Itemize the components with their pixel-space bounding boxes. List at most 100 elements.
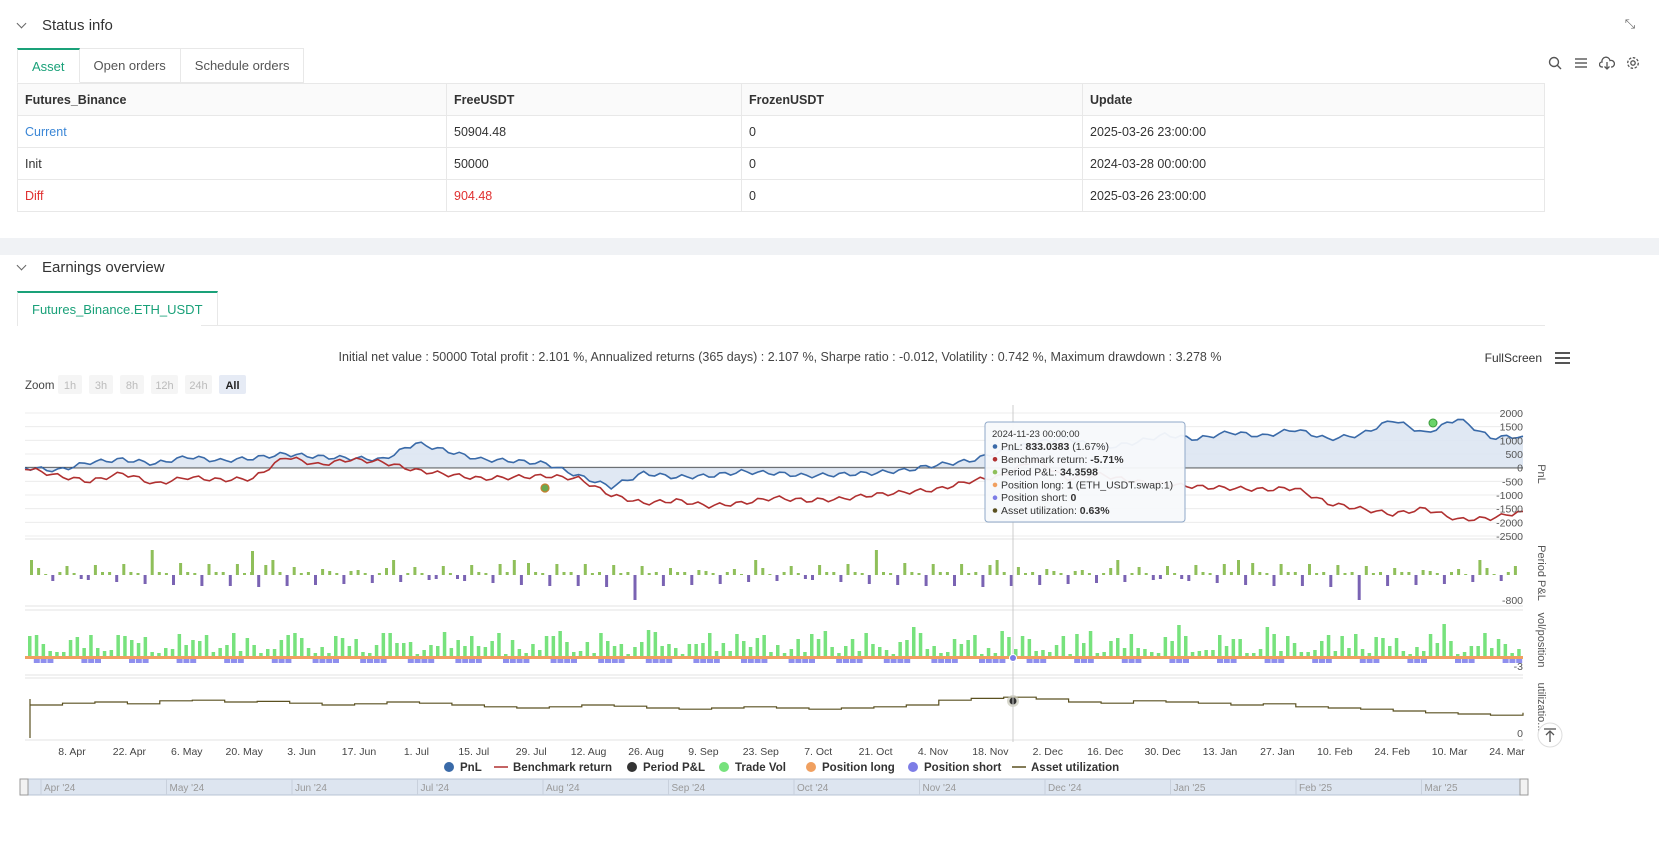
zoom-button-All[interactable]: All bbox=[225, 380, 239, 392]
period-pnl-bar bbox=[995, 560, 999, 575]
legend-symbol bbox=[444, 762, 454, 772]
zoom-button-12h[interactable]: 12h bbox=[155, 380, 173, 392]
period-pnl-bar bbox=[818, 565, 822, 575]
period-pnl-bar bbox=[456, 575, 459, 579]
trade-vol-bar bbox=[143, 637, 148, 656]
navigator-handle-left[interactable] bbox=[19, 778, 29, 796]
legend-item[interactable]: Asset utilization bbox=[1031, 762, 1119, 774]
trade-vol-bar bbox=[136, 643, 141, 656]
table-cell: 2025-03-26 23:00:00 bbox=[1082, 179, 1545, 212]
x-tick-label: 18. Nov bbox=[972, 746, 1009, 758]
trade-vol-bar bbox=[300, 638, 304, 656]
trade-vol-bar bbox=[592, 653, 596, 656]
navigator-handle-right[interactable] bbox=[1519, 778, 1529, 796]
period-pnl-bar bbox=[1272, 575, 1276, 586]
trade-vol-bar bbox=[891, 654, 896, 656]
cloud-download-icon[interactable] bbox=[1599, 55, 1615, 71]
trade-vol-bar bbox=[177, 634, 182, 656]
position-short-bar bbox=[741, 659, 747, 663]
trade-vol-bar bbox=[225, 645, 229, 656]
trade-vol-bar bbox=[476, 646, 481, 656]
position-short-bar bbox=[142, 659, 149, 663]
chevron-down-icon[interactable] bbox=[16, 19, 28, 31]
scroll-top-button[interactable] bbox=[1537, 722, 1563, 748]
trade-vol-bar bbox=[204, 635, 209, 656]
period-pnl-bar bbox=[1237, 560, 1240, 575]
period-pnl-bar bbox=[484, 573, 488, 575]
period-pnl-bar bbox=[669, 568, 672, 575]
table-toolbar bbox=[1547, 55, 1641, 71]
tooltip-line: Benchmark return: -5.71% bbox=[1001, 454, 1124, 466]
period-pnl-bar bbox=[683, 572, 687, 575]
legend-item[interactable]: Position long bbox=[822, 762, 895, 774]
trade-vol-bar bbox=[347, 646, 352, 656]
period-pnl-bar bbox=[1513, 566, 1517, 575]
legend-symbol bbox=[908, 762, 918, 772]
trade-vol-bar bbox=[1354, 634, 1358, 656]
fullscreen-button[interactable]: FullScreen bbox=[1485, 351, 1542, 365]
x-tick-label: 17. Jun bbox=[342, 746, 377, 758]
position-short-bar bbox=[1359, 659, 1366, 663]
legend-item[interactable]: Benchmark return bbox=[513, 762, 612, 774]
trade-vol-bar bbox=[279, 640, 284, 656]
zoom-button-24h[interactable]: 24h bbox=[189, 380, 207, 392]
period-pnl-bar bbox=[370, 575, 374, 583]
list-icon[interactable] bbox=[1573, 55, 1589, 71]
position-short-bar bbox=[1026, 659, 1033, 663]
period-pnl-bar bbox=[179, 563, 183, 575]
period-pnl-bar bbox=[51, 575, 55, 581]
trade-vol-bar bbox=[1109, 641, 1113, 656]
search-icon[interactable] bbox=[1547, 55, 1563, 71]
tab-schedule-orders[interactable]: Schedule orders bbox=[180, 48, 305, 83]
position-short-bar bbox=[47, 659, 54, 663]
trade-vol-bar bbox=[470, 636, 474, 656]
zoom-button-1h[interactable]: 1h bbox=[64, 380, 76, 392]
legend-item[interactable]: PnL bbox=[460, 762, 482, 774]
position-short-bar bbox=[407, 659, 414, 663]
period-pnl-bar bbox=[896, 575, 900, 585]
collapse-icon[interactable]: ⤡ bbox=[1623, 17, 1637, 31]
trade-vol-bar bbox=[1177, 625, 1181, 656]
period-pnl-bar bbox=[1187, 575, 1191, 581]
table-header-row: Futures_Binance FreeUSDT FrozenUSDT Upda… bbox=[17, 83, 1545, 116]
position-short-bar bbox=[129, 659, 135, 663]
table-row: Init 50000 0 2024-03-28 00:00:00 bbox=[17, 147, 1545, 180]
trade-vol-bar bbox=[1483, 633, 1487, 656]
legend-item[interactable]: Period P&L bbox=[643, 762, 705, 774]
trade-vol-bar bbox=[62, 652, 66, 656]
status-panel-header[interactable]: Status info bbox=[0, 0, 1659, 50]
table-cell: 904.48 bbox=[446, 179, 742, 212]
tab-asset[interactable]: Asset bbox=[17, 48, 80, 83]
period-pnl-bar bbox=[718, 575, 722, 584]
x-tick-label: 16. Dec bbox=[1087, 746, 1123, 758]
menu-icon[interactable] bbox=[1555, 352, 1570, 364]
position-short-bar bbox=[1217, 659, 1223, 663]
position-short-bar bbox=[516, 659, 523, 663]
position-short-bar bbox=[700, 659, 707, 663]
position-short-bar bbox=[231, 659, 237, 663]
navigator[interactable]: Apr '24 May '24 Jun '24 Jul '24 Aug '24 Sep '… bbox=[19, 778, 1529, 796]
y-tick-label: 1000 bbox=[1500, 435, 1524, 447]
position-short-bar bbox=[666, 659, 673, 663]
trade-vol-bar bbox=[286, 635, 290, 656]
period-pnl-bar bbox=[576, 575, 580, 586]
legend-item[interactable]: Trade Vol bbox=[735, 762, 786, 774]
earnings-chart[interactable]: Initial net value : 50000 Total profit :… bbox=[0, 255, 1659, 845]
navigator-label: Sep '24 bbox=[672, 783, 706, 794]
legend-item[interactable]: Position short bbox=[924, 762, 1001, 774]
zoom-button-8h[interactable]: 8h bbox=[126, 380, 138, 392]
zoom-button-3h[interactable]: 3h bbox=[95, 380, 107, 392]
trade-vol-bar bbox=[918, 633, 923, 656]
period-pnl-bar bbox=[732, 569, 736, 575]
gear-icon[interactable] bbox=[1625, 55, 1641, 71]
period-pnl-bar bbox=[541, 573, 545, 575]
position-short-bar bbox=[1230, 659, 1237, 663]
trade-vol-bar bbox=[966, 640, 970, 656]
trade-vol-bar bbox=[708, 633, 712, 656]
row-label-current[interactable]: Current bbox=[17, 115, 447, 148]
position-short-bar bbox=[904, 659, 911, 663]
tab-open-orders[interactable]: Open orders bbox=[79, 48, 181, 83]
period-pnl-bar bbox=[633, 575, 637, 600]
period-pnl-bar bbox=[251, 551, 254, 575]
trade-vol-bar bbox=[925, 649, 930, 656]
